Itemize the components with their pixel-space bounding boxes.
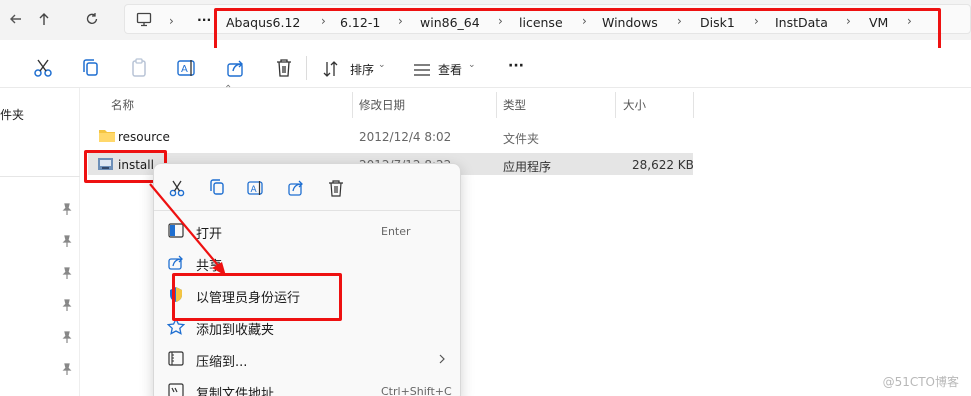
watermark: @51CTO博客 (882, 375, 959, 389)
annotation-arrow (149, 183, 226, 276)
